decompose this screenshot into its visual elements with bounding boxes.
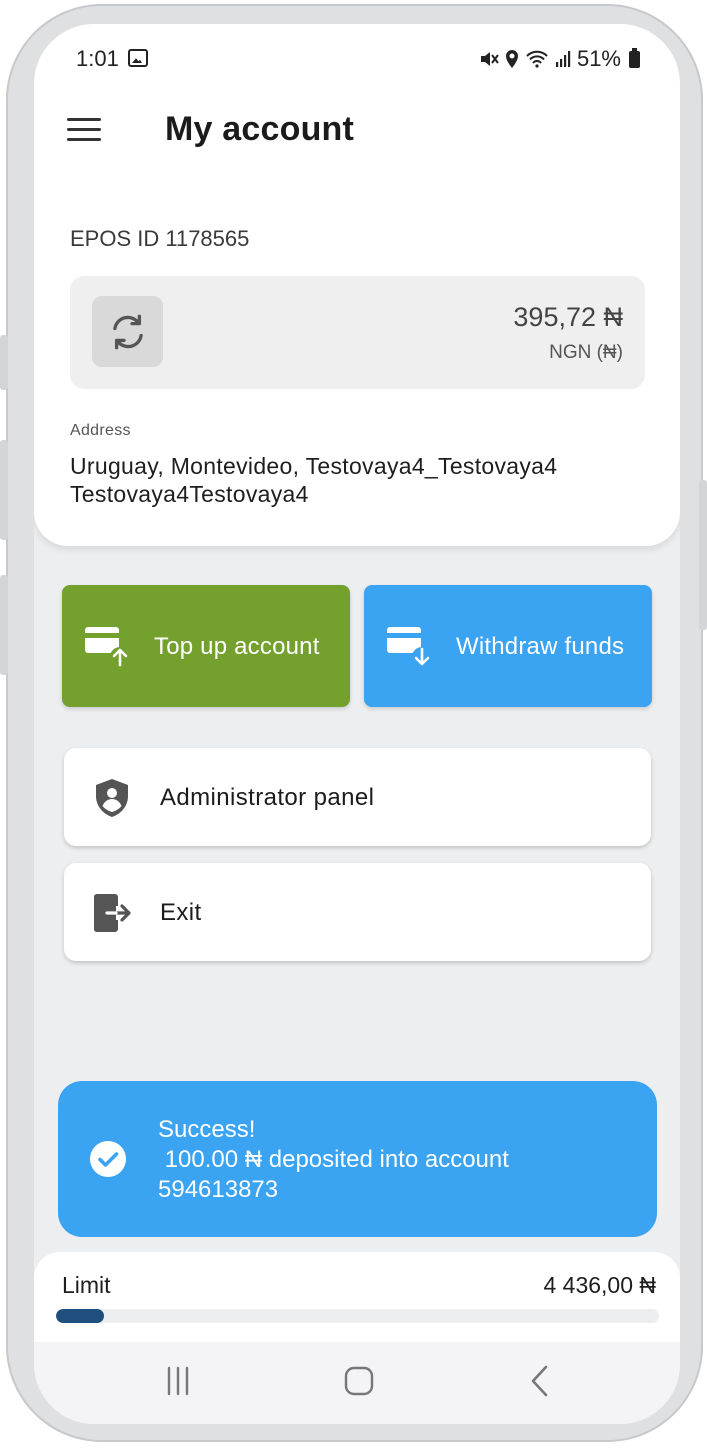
balance-currency: NGN (₦) bbox=[549, 342, 623, 363]
limit-progress-track bbox=[56, 1309, 659, 1323]
exit-button[interactable]: Exit bbox=[64, 863, 651, 961]
withdraw-funds-button[interactable]: Withdraw funds bbox=[364, 585, 652, 707]
refresh-button[interactable] bbox=[92, 296, 163, 367]
status-bar: 1:01 51% bbox=[34, 24, 680, 90]
phone-side-button bbox=[699, 480, 707, 630]
card-download-icon bbox=[387, 627, 432, 667]
address-label: Address bbox=[70, 422, 131, 439]
phone-side-button bbox=[0, 575, 8, 675]
administrator-panel-label: Administrator panel bbox=[160, 784, 375, 811]
administrator-panel-button[interactable]: Administrator panel bbox=[64, 748, 651, 846]
top-up-account-label: Top up account bbox=[154, 633, 320, 660]
back-icon[interactable] bbox=[508, 1360, 568, 1400]
limit-value: 4 436,00 ₦ bbox=[543, 1272, 656, 1298]
phone-side-button bbox=[0, 335, 8, 390]
app-header: My account bbox=[34, 94, 680, 166]
home-icon[interactable] bbox=[329, 1360, 389, 1400]
exit-icon bbox=[94, 894, 131, 932]
exit-label: Exit bbox=[160, 899, 202, 926]
limit-panel: Limit 4 436,00 ₦ bbox=[34, 1252, 680, 1342]
withdraw-funds-label: Withdraw funds bbox=[456, 633, 625, 660]
limit-progress-fill bbox=[56, 1309, 105, 1323]
signal-icon bbox=[555, 51, 571, 67]
mute-icon bbox=[480, 52, 499, 66]
check-circle-icon bbox=[90, 1141, 126, 1177]
address-value: Uruguay, Montevideo, Testovaya4_Testovay… bbox=[70, 453, 558, 507]
epos-id: EPOS ID 1178565 bbox=[70, 226, 250, 251]
balance-amount: 395,72 ₦ bbox=[513, 302, 623, 332]
battery-percent: 51% bbox=[576, 46, 621, 71]
battery-icon bbox=[629, 47, 640, 68]
phone-screen: 1:01 51% My account EPOS ID 1178565 395,… bbox=[34, 24, 680, 1424]
balance-box: 395,72 ₦ NGN (₦) bbox=[70, 276, 645, 389]
refresh-icon bbox=[112, 314, 143, 349]
account-card: 1:01 51% My account EPOS ID 1178565 395,… bbox=[34, 24, 680, 546]
wifi-icon bbox=[526, 50, 548, 68]
card-upload-icon bbox=[85, 627, 130, 667]
system-nav-bar bbox=[34, 1342, 680, 1424]
page-title: My account bbox=[165, 110, 355, 148]
menu-hamburger-icon[interactable] bbox=[67, 118, 101, 142]
top-up-account-button[interactable]: Top up account bbox=[62, 585, 350, 707]
success-toast: Success! 100.00 ₦ deposited into account… bbox=[58, 1081, 657, 1237]
phone-side-button bbox=[0, 440, 8, 540]
status-icons: 51% bbox=[479, 46, 640, 72]
admin-shield-icon bbox=[96, 779, 128, 817]
location-icon bbox=[505, 50, 518, 68]
status-time: 1:01 bbox=[76, 46, 119, 71]
limit-label: Limit bbox=[62, 1272, 111, 1298]
toast-message: Success! 100.00 ₦ deposited into account… bbox=[158, 1116, 509, 1203]
gallery-notification-icon bbox=[128, 49, 148, 67]
recent-apps-icon[interactable] bbox=[148, 1360, 208, 1400]
